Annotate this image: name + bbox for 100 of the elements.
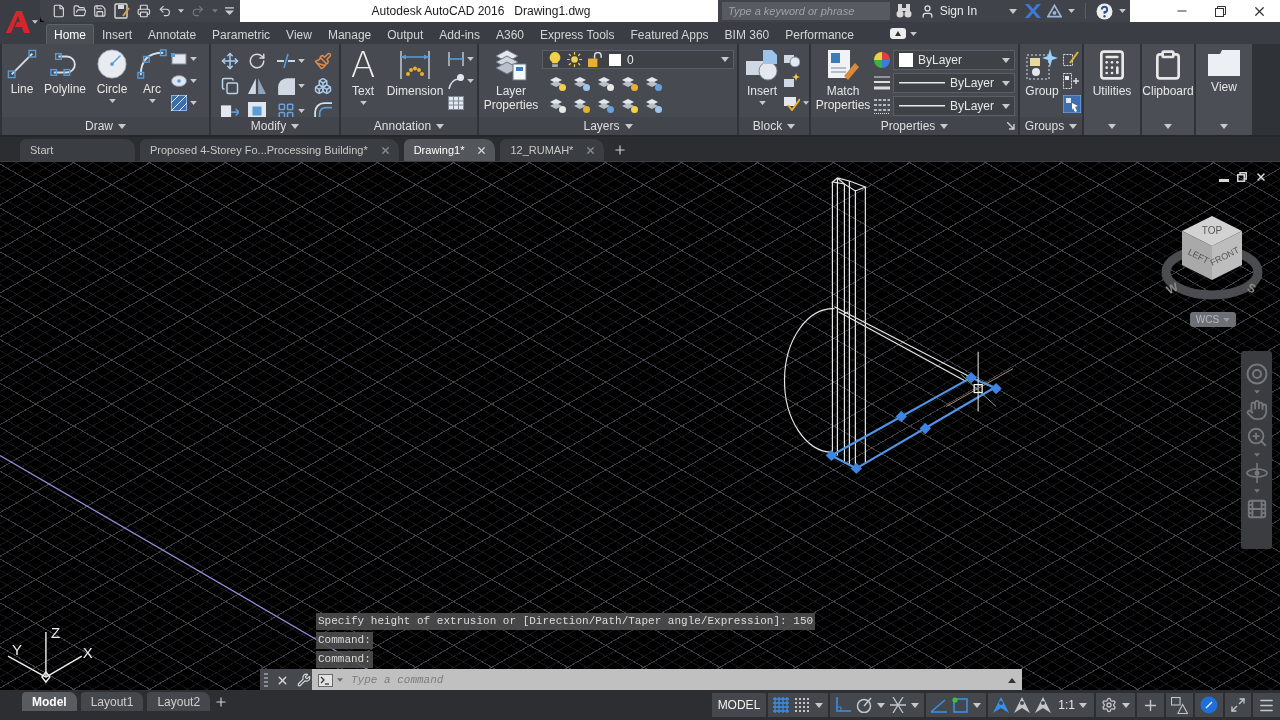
- ribbon-tab[interactable]: Featured Apps: [622, 24, 717, 44]
- restore-icon[interactable]: [1237, 172, 1247, 182]
- selection-pencil-icon[interactable]: [1063, 51, 1079, 67]
- layer-stack-icon[interactable]: [598, 97, 614, 113]
- caret-icon[interactable]: [973, 702, 982, 708]
- bulb-icon[interactable]: [549, 52, 561, 67]
- shapes-star-icon[interactable]: [784, 73, 800, 89]
- grip-handle[interactable]: [990, 382, 1002, 395]
- file-tab[interactable]: Proposed 4-Storey Fo...Processing Building*: [140, 139, 399, 161]
- caret-icon[interactable]: [1119, 9, 1126, 13]
- swatch-icon[interactable]: [609, 53, 621, 66]
- ribbon-tab[interactable]: Express Tools: [532, 24, 623, 44]
- caret-icon[interactable]: [298, 109, 305, 113]
- isolate-shapes-icon[interactable]: [1171, 696, 1188, 714]
- dashed-line-icon[interactable]: [277, 53, 295, 69]
- panel-title-button[interactable]: Groups: [1024, 119, 1078, 133]
- grip-handle[interactable]: [895, 410, 907, 423]
- caret-icon[interactable]: [178, 9, 185, 13]
- search-field[interactable]: Type a keyword or phrase: [722, 2, 890, 20]
- panel-title-button[interactable]: Annotation: [373, 119, 445, 133]
- ribbon-tab[interactable]: Output: [379, 24, 432, 44]
- text-tool-button[interactable]: A Text: [344, 46, 382, 105]
- object-snap-icon[interactable]: [952, 697, 969, 713]
- caret-icon[interactable]: [877, 702, 886, 708]
- rounded-corner-icon[interactable]: [277, 77, 295, 95]
- annotation-scale-icon[interactable]: [1035, 697, 1052, 713]
- panel-title-button[interactable]: Draw: [85, 119, 126, 133]
- annotation-scale-button[interactable]: 1:1: [1056, 698, 1089, 712]
- film-icon[interactable]: [1245, 498, 1268, 520]
- hardware-acceleration-icon[interactable]: [1200, 696, 1218, 714]
- caret-icon[interactable]: [190, 57, 197, 61]
- polar-icon[interactable]: [856, 697, 873, 713]
- file-icon[interactable]: [52, 3, 66, 19]
- command-input[interactable]: Type a command: [347, 671, 1004, 689]
- offset-curves-icon[interactable]: [314, 102, 332, 120]
- caret-icon[interactable]: [190, 101, 197, 105]
- caret-icon[interactable]: [911, 702, 920, 708]
- save-pencil-icon[interactable]: [114, 3, 130, 19]
- circle-tool-button[interactable]: Circle: [91, 46, 133, 103]
- binoculars-icon[interactable]: [895, 4, 912, 18]
- ribbon-tab[interactable]: Annotate: [140, 24, 205, 44]
- caret-icon[interactable]: [298, 59, 305, 63]
- panel-title-button[interactable]: Layers: [583, 119, 633, 133]
- color-dropdown[interactable]: ByLayer: [893, 50, 1015, 70]
- layer-properties-button[interactable]: Layer Properties: [482, 46, 540, 112]
- layout-tab[interactable]: Model: [22, 692, 77, 711]
- layout-tab[interactable]: Layout1: [80, 692, 144, 711]
- boxes-icon[interactable]: [314, 77, 332, 95]
- polyline-tool-button[interactable]: Polyline: [41, 46, 89, 96]
- selection-plus-icon[interactable]: [1063, 73, 1079, 89]
- printer-icon[interactable]: [137, 3, 151, 19]
- linetype-icon[interactable]: [874, 98, 890, 114]
- layout-tab[interactable]: Layout2: [147, 692, 211, 711]
- layer-stack-icon[interactable]: [550, 97, 566, 113]
- object-snap-tracking-icon[interactable]: [931, 697, 948, 713]
- folder-icon[interactable]: [72, 3, 87, 19]
- caret-icon[interactable]: [1108, 123, 1116, 129]
- grip-handle[interactable]: [850, 462, 862, 475]
- annotation-visibility-icon[interactable]: [993, 697, 1010, 713]
- lineweight-icon[interactable]: [874, 75, 890, 91]
- view-cube[interactable]: [1161, 216, 1263, 300]
- linetype-dropdown[interactable]: ByLayer: [893, 96, 1015, 116]
- ribbon-toggle-icon[interactable]: [889, 28, 906, 39]
- caret-icon[interactable]: [1068, 9, 1075, 13]
- rotate-arrow-icon[interactable]: [248, 52, 266, 70]
- lineweight-dropdown[interactable]: ByLayer: [893, 73, 1015, 93]
- copy-icon[interactable]: [221, 77, 239, 95]
- layer-stack-icon[interactable]: [574, 97, 590, 113]
- grip-handle[interactable]: [919, 422, 931, 435]
- layer-stack-icon[interactable]: [574, 75, 590, 91]
- sun-icon[interactable]: [567, 52, 582, 67]
- save-icon[interactable]: [93, 3, 107, 19]
- triangle-logo-icon[interactable]: [1047, 4, 1062, 18]
- wrench-icon[interactable]: [297, 673, 311, 687]
- fullscreen-icon[interactable]: [1230, 697, 1246, 713]
- color-wheel-icon[interactable]: [874, 52, 890, 68]
- caret-icon[interactable]: [337, 678, 343, 682]
- layer-stack-icon[interactable]: [550, 75, 566, 91]
- customize-caret-icon[interactable]: [225, 6, 235, 16]
- panel-title-button[interactable]: Block: [752, 119, 796, 133]
- caret-icon[interactable]: [1122, 702, 1130, 708]
- layer-stack-icon[interactable]: [646, 75, 662, 91]
- tag-check-icon[interactable]: [784, 95, 800, 111]
- layer-stack-icon[interactable]: [622, 75, 638, 91]
- layer-stack-icon[interactable]: [598, 75, 614, 91]
- caret-icon[interactable]: [190, 79, 197, 83]
- ribbon-tab[interactable]: Insert: [94, 24, 141, 44]
- panel-title-button[interactable]: Properties: [880, 119, 949, 133]
- insert-block-button[interactable]: Insert: [742, 46, 782, 105]
- caret-icon[interactable]: [467, 79, 474, 83]
- caret-icon[interactable]: [909, 31, 917, 36]
- ribbon-tab[interactable]: View: [278, 24, 320, 44]
- view-button[interactable]: View: [1199, 46, 1249, 94]
- ribbon-tab[interactable]: Add-ins: [431, 24, 488, 44]
- terminal-prompt-icon[interactable]: [318, 673, 333, 687]
- clipboard-button[interactable]: Clipboard: [1145, 46, 1191, 98]
- caret-icon[interactable]: [1220, 123, 1228, 129]
- steering-wheel-icon[interactable]: [1245, 363, 1268, 385]
- pan-hand-icon[interactable]: [1245, 399, 1268, 421]
- grid-squares-icon[interactable]: [277, 102, 295, 120]
